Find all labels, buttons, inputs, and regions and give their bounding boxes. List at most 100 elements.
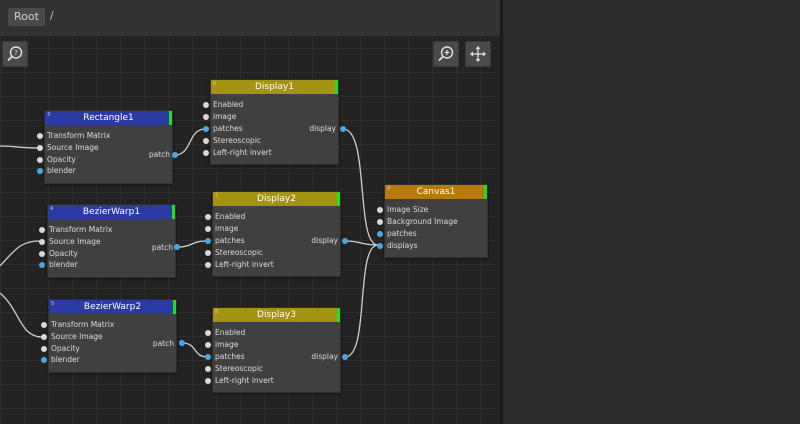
svg-text:?: ? bbox=[14, 49, 18, 57]
node-index: 9 bbox=[387, 186, 391, 192]
input-label: patches bbox=[215, 236, 245, 245]
node-graph-editor[interactable]: 3 Rectangle1 Transform Matrix Source Ima… bbox=[0, 0, 500, 424]
input-port[interactable] bbox=[203, 138, 209, 144]
wire-offscreen-bezierwarp1 bbox=[0, 240, 41, 267]
status-indicator bbox=[173, 300, 176, 314]
node-canvas1[interactable]: 9 Canvas1 Image Size Background Image pa… bbox=[377, 184, 488, 258]
status-indicator bbox=[337, 308, 340, 322]
input-port[interactable] bbox=[39, 227, 45, 233]
input-label: Opacity bbox=[51, 344, 80, 353]
input-label: blender bbox=[47, 166, 76, 175]
input-port[interactable] bbox=[377, 219, 383, 225]
help-button[interactable]: ? bbox=[2, 41, 28, 67]
help-search-icon: ? bbox=[7, 46, 23, 62]
input-port[interactable] bbox=[205, 226, 211, 232]
node-index: 4 bbox=[50, 206, 54, 212]
node-header[interactable]: 7 Display2 bbox=[213, 192, 340, 206]
node-header[interactable]: 3 Rectangle1 bbox=[45, 111, 172, 125]
node-title: Canvas1 bbox=[416, 187, 456, 197]
input-port[interactable] bbox=[205, 366, 211, 372]
top-bar: Root / bbox=[0, 0, 500, 36]
wire-offscreen-bezierwarp2 bbox=[0, 292, 43, 338]
input-label: Stereoscopic bbox=[215, 248, 264, 257]
node-title: Display3 bbox=[257, 310, 296, 320]
input-port[interactable] bbox=[41, 322, 47, 328]
input-port[interactable] bbox=[377, 231, 383, 237]
output-port-display1[interactable] bbox=[340, 126, 346, 132]
input-port[interactable] bbox=[205, 354, 211, 360]
status-indicator bbox=[335, 80, 338, 94]
output-port-bezierwarp2[interactable] bbox=[179, 340, 185, 346]
input-port[interactable] bbox=[203, 150, 209, 156]
input-label: blender bbox=[51, 355, 80, 364]
input-port[interactable] bbox=[41, 346, 47, 352]
input-port[interactable] bbox=[377, 243, 383, 249]
input-port[interactable] bbox=[41, 334, 47, 340]
input-port[interactable] bbox=[39, 251, 45, 257]
zoom-button[interactable] bbox=[433, 41, 459, 67]
input-port[interactable] bbox=[205, 250, 211, 256]
node-index: 3 bbox=[47, 112, 51, 118]
node-display3[interactable]: 8 Display3 Enabled image patches Stereos… bbox=[205, 307, 341, 393]
wire-rect1-display1 bbox=[174, 128, 206, 156]
node-title: Display1 bbox=[255, 82, 294, 92]
input-label: Enabled bbox=[215, 212, 246, 221]
node-header[interactable]: 6 Display1 bbox=[211, 80, 338, 94]
input-port[interactable] bbox=[37, 157, 43, 163]
input-label: Source Image bbox=[47, 143, 99, 152]
input-port[interactable] bbox=[37, 145, 43, 151]
input-label: displays bbox=[387, 241, 418, 250]
input-port[interactable] bbox=[37, 168, 43, 174]
node-display1[interactable]: 6 Display1 Enabled image patches Stereos… bbox=[203, 79, 339, 165]
breadcrumb-root[interactable]: Root bbox=[8, 8, 45, 26]
node-header[interactable]: 8 Display3 bbox=[213, 308, 340, 322]
status-indicator bbox=[172, 205, 175, 219]
input-label: patches bbox=[213, 124, 243, 133]
output-label: display bbox=[309, 124, 336, 133]
input-port[interactable] bbox=[37, 133, 43, 139]
output-port-display2[interactable] bbox=[342, 238, 348, 244]
status-indicator bbox=[169, 111, 172, 125]
output-label: patch bbox=[151, 243, 173, 252]
node-display2[interactable]: 7 Display2 Enabled image patches Stereos… bbox=[205, 191, 341, 277]
input-port[interactable] bbox=[205, 262, 211, 268]
input-label: Image Size bbox=[387, 205, 429, 214]
input-port[interactable] bbox=[205, 214, 211, 220]
node-header[interactable]: 9 Canvas1 bbox=[385, 185, 487, 199]
output-port-rectangle1[interactable] bbox=[172, 152, 178, 158]
input-port[interactable] bbox=[205, 330, 211, 336]
input-label: Enabled bbox=[215, 328, 246, 337]
node-bezierwarp2[interactable]: 5 BezierWarp2 Transform Matrix Source Im… bbox=[41, 299, 177, 373]
input-label: blender bbox=[49, 260, 78, 269]
status-indicator bbox=[484, 185, 487, 199]
input-port[interactable] bbox=[39, 239, 45, 245]
input-port[interactable] bbox=[205, 378, 211, 384]
input-port[interactable] bbox=[41, 357, 47, 363]
input-port[interactable] bbox=[377, 207, 383, 213]
input-port[interactable] bbox=[203, 114, 209, 120]
node-header[interactable]: 4 BezierWarp1 bbox=[48, 205, 175, 219]
output-port-bezierwarp1[interactable] bbox=[174, 244, 180, 250]
node-title: Rectangle1 bbox=[83, 113, 134, 123]
input-port[interactable] bbox=[203, 126, 209, 132]
node-bezierwarp1[interactable]: 4 BezierWarp1 Transform Matrix Source Im… bbox=[39, 204, 176, 278]
node-title: BezierWarp2 bbox=[83, 302, 142, 312]
node-header[interactable]: 5 BezierWarp2 bbox=[49, 300, 176, 314]
input-port[interactable] bbox=[203, 102, 209, 108]
input-port[interactable] bbox=[205, 342, 211, 348]
wire-offscreen-rectangle1 bbox=[0, 145, 39, 149]
input-label: Background Image bbox=[387, 217, 458, 226]
input-label: image bbox=[215, 224, 239, 233]
input-port[interactable] bbox=[39, 262, 45, 268]
input-label: Transform Matrix bbox=[51, 320, 115, 329]
input-label: Stereoscopic bbox=[215, 364, 264, 373]
input-port[interactable] bbox=[205, 238, 211, 244]
input-label: Left-right invert bbox=[213, 148, 272, 157]
input-label: Transform Matrix bbox=[47, 131, 111, 140]
node-index: 8 bbox=[215, 309, 219, 315]
node-rectangle1[interactable]: 3 Rectangle1 Transform Matrix Source Ima… bbox=[37, 110, 173, 184]
output-port-display3[interactable] bbox=[342, 354, 348, 360]
breadcrumb-separator: / bbox=[50, 9, 54, 22]
pan-button[interactable] bbox=[465, 41, 491, 67]
zoom-in-icon bbox=[438, 46, 454, 62]
